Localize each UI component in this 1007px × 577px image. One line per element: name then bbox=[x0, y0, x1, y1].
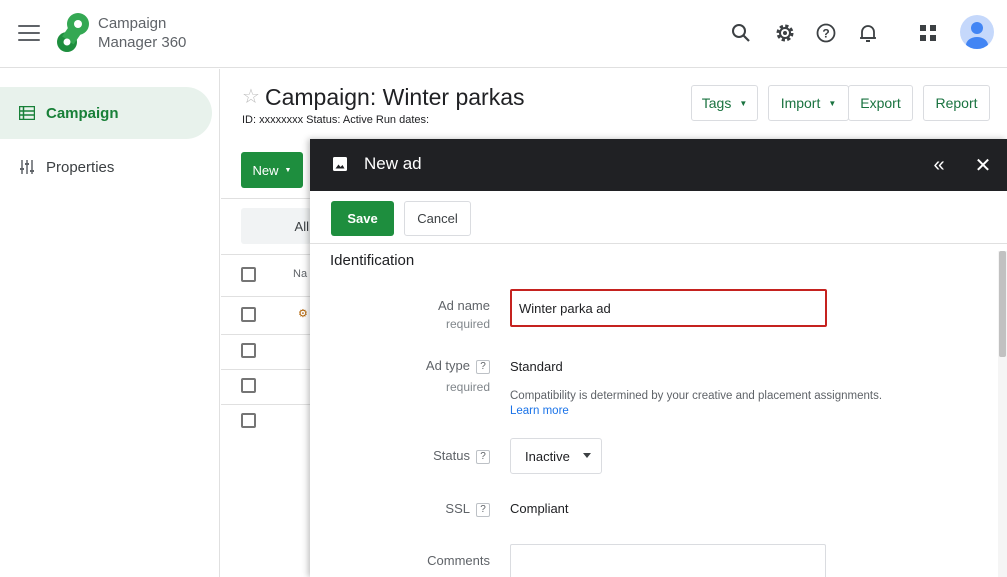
new-ad-panel: New ad « ✕ Save Cancel Identification Ad… bbox=[310, 139, 1007, 577]
ad-name-required: required bbox=[445, 317, 490, 331]
favorite-star-icon[interactable]: ☆ bbox=[242, 84, 260, 109]
close-icon[interactable]: ✕ bbox=[970, 152, 996, 178]
table-divider bbox=[221, 369, 311, 370]
ssl-label: SSL? bbox=[310, 501, 490, 517]
campaign-manager-logo bbox=[57, 13, 89, 52]
help-icon[interactable]: ? bbox=[476, 502, 490, 517]
save-button[interactable]: Save bbox=[331, 201, 394, 236]
top-app-bar: Campaign Manager 360 ? bbox=[0, 0, 1007, 68]
tags-button[interactable]: Tags ▼ bbox=[691, 85, 758, 121]
campaign-meta: ID: xxxxxxxx Status: Active Run dates: bbox=[242, 114, 430, 126]
new-button[interactable]: New ▼ bbox=[241, 152, 303, 188]
cancel-button[interactable]: Cancel bbox=[404, 201, 471, 236]
panel-header: New ad « ✕ bbox=[310, 139, 1007, 191]
row-checkbox[interactable] bbox=[241, 343, 256, 358]
collapse-panel-icon[interactable]: « bbox=[926, 152, 952, 178]
left-navigation: Campaign Properties bbox=[0, 69, 220, 577]
nav-item-label: Properties bbox=[46, 158, 115, 176]
nav-item-properties[interactable]: Properties bbox=[0, 141, 212, 193]
select-all-checkbox[interactable] bbox=[241, 267, 256, 282]
ad-name-input[interactable] bbox=[510, 289, 827, 327]
status-label: Status? bbox=[310, 448, 490, 464]
panel-title: New ad bbox=[364, 154, 422, 173]
dropdown-caret-icon: ▼ bbox=[739, 98, 748, 108]
help-icon[interactable]: ? bbox=[476, 449, 490, 464]
image-icon bbox=[333, 157, 347, 171]
ad-type-required: required bbox=[445, 380, 490, 394]
comments-textarea[interactable] bbox=[510, 544, 826, 577]
section-title: Identification bbox=[330, 252, 415, 269]
help-icon[interactable]: ? bbox=[476, 359, 490, 374]
dropdown-caret-icon: ▼ bbox=[284, 166, 292, 174]
help-icon[interactable]: ? bbox=[811, 18, 841, 48]
filter-all-tab[interactable]: All bbox=[241, 208, 311, 244]
status-select[interactable]: Inactive bbox=[510, 438, 602, 474]
row-checkbox[interactable] bbox=[241, 307, 256, 322]
account-icon bbox=[966, 22, 988, 49]
sliders-icon bbox=[18, 158, 36, 176]
notifications-icon[interactable] bbox=[853, 18, 883, 48]
ssl-value: Compliant bbox=[510, 501, 569, 516]
table-divider bbox=[221, 296, 311, 297]
account-avatar[interactable] bbox=[960, 15, 994, 49]
list-icon bbox=[18, 104, 36, 122]
nav-item-campaign[interactable]: Campaign bbox=[0, 87, 212, 139]
scrollbar-thumb[interactable] bbox=[999, 251, 1006, 357]
page-title: Campaign: Winter parkas bbox=[265, 84, 525, 110]
settings-icon[interactable] bbox=[770, 18, 800, 48]
column-header-name: Na bbox=[293, 268, 308, 280]
export-button[interactable]: Export bbox=[848, 85, 913, 121]
ad-type-help-text: Compatibility is determined by your crea… bbox=[510, 390, 883, 417]
report-button[interactable]: Report bbox=[923, 85, 990, 121]
ad-type-label: Ad type? bbox=[310, 358, 490, 374]
row-status-icon: ⚙ bbox=[298, 308, 308, 320]
table-divider bbox=[221, 254, 311, 255]
ad-type-value: Standard bbox=[510, 359, 563, 374]
import-button[interactable]: Import ▼ bbox=[768, 85, 849, 121]
row-checkbox[interactable] bbox=[241, 413, 256, 428]
row-checkbox[interactable] bbox=[241, 378, 256, 393]
comments-label: Comments bbox=[427, 553, 490, 568]
apps-icon[interactable] bbox=[913, 18, 943, 48]
learn-more-link[interactable]: Learn more bbox=[510, 405, 569, 417]
search-icon[interactable] bbox=[726, 18, 756, 48]
ad-name-label: Ad name bbox=[437, 298, 490, 313]
dropdown-caret-icon bbox=[583, 453, 591, 458]
table-divider bbox=[221, 334, 311, 335]
app-name: Campaign Manager 360 bbox=[98, 15, 187, 51]
table-divider bbox=[221, 198, 311, 199]
svg-text:?: ? bbox=[822, 27, 829, 41]
dropdown-caret-icon: ▼ bbox=[828, 98, 837, 108]
panel-divider bbox=[310, 243, 1007, 244]
menu-icon[interactable] bbox=[18, 22, 40, 44]
table-divider bbox=[221, 404, 311, 405]
nav-item-label: Campaign bbox=[46, 104, 119, 122]
